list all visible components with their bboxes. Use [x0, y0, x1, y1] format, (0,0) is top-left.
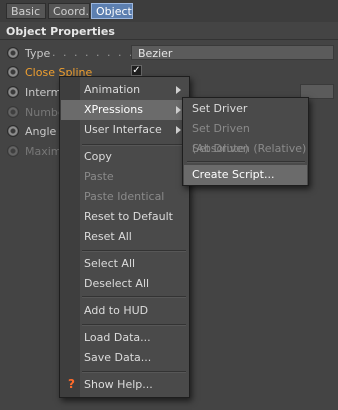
menu-item-paste[interactable]: Paste — [61, 167, 188, 187]
menu-separator — [187, 161, 305, 163]
submenu-item-set-driven-absolute[interactable]: Set Driven (Absolute) — [184, 119, 307, 155]
menu-item-label: XPressions — [84, 103, 143, 116]
menu-separator — [82, 144, 186, 146]
menu-separator — [82, 296, 186, 298]
property-label-intermediate: Interm — [25, 86, 62, 99]
menu-item-select-all[interactable]: Select All — [61, 254, 188, 274]
close-spline-checkbox[interactable]: ✓ — [131, 65, 142, 76]
menu-item-show-help[interactable]: ? Show Help... — [61, 375, 188, 395]
xpressions-submenu: Set Driver Set Driven (Absolute) Set Dri… — [182, 97, 309, 186]
animation-radio-icon — [8, 146, 18, 156]
menu-item-add-to-hud[interactable]: Add to HUD — [61, 301, 188, 321]
menu-item-paste-identical[interactable]: Paste Identical — [61, 187, 188, 207]
submenu-item-create-script[interactable]: Create Script... — [184, 165, 307, 185]
submenu-arrow-icon — [176, 86, 181, 94]
submenu-item-set-driven-relative[interactable]: Set Driven (Relative) — [184, 139, 307, 159]
menu-item-deselect-all[interactable]: Deselect All — [61, 274, 188, 294]
menu-item-reset-all[interactable]: Reset All — [61, 227, 188, 247]
menu-item-label: User Interface — [84, 123, 162, 136]
menu-separator — [82, 371, 186, 373]
menu-item-load-data[interactable]: Load Data... — [61, 328, 188, 348]
menu-item-label: Animation — [84, 83, 141, 96]
section-title-object-properties: Object Properties — [0, 24, 338, 40]
animation-radio-icon[interactable] — [8, 67, 18, 77]
menu-item-xpressions[interactable]: XPressions — [61, 100, 188, 120]
submenu-arrow-icon — [176, 106, 181, 114]
submenu-item-set-driver[interactable]: Set Driver — [184, 99, 307, 119]
menu-item-copy[interactable]: Copy — [61, 147, 188, 167]
property-row-type: Type . . . . . . . . . . . . Bezier — [0, 44, 338, 64]
property-label-type: Type — [25, 47, 51, 60]
property-label-maximum: Maxim — [25, 145, 62, 158]
menu-separator — [82, 324, 186, 326]
property-label-angle: Angle — [25, 125, 57, 138]
type-dropdown[interactable]: Bezier — [131, 45, 334, 60]
menu-item-user-interface[interactable]: User Interface — [61, 120, 188, 140]
menu-item-reset-to-default[interactable]: Reset to Default — [61, 207, 188, 227]
animation-radio-icon[interactable] — [8, 126, 18, 136]
tab-coord[interactable]: Coord. — [48, 3, 90, 19]
menu-separator — [82, 250, 186, 252]
context-menu: Animation XPressions User Interface Copy… — [59, 76, 190, 398]
tab-bar: Basic Coord. Object — [0, 0, 338, 22]
menu-item-animation[interactable]: Animation — [61, 80, 188, 100]
tab-object[interactable]: Object — [91, 3, 133, 19]
menu-item-save-data[interactable]: Save Data... — [61, 348, 188, 368]
tab-basic[interactable]: Basic — [6, 3, 46, 19]
menu-item-label: Show Help... — [84, 378, 153, 391]
animation-radio-icon — [8, 107, 18, 117]
animation-radio-icon[interactable] — [8, 48, 18, 58]
animation-radio-icon[interactable] — [8, 87, 18, 97]
help-icon: ? — [68, 377, 75, 391]
submenu-arrow-icon — [176, 126, 181, 134]
